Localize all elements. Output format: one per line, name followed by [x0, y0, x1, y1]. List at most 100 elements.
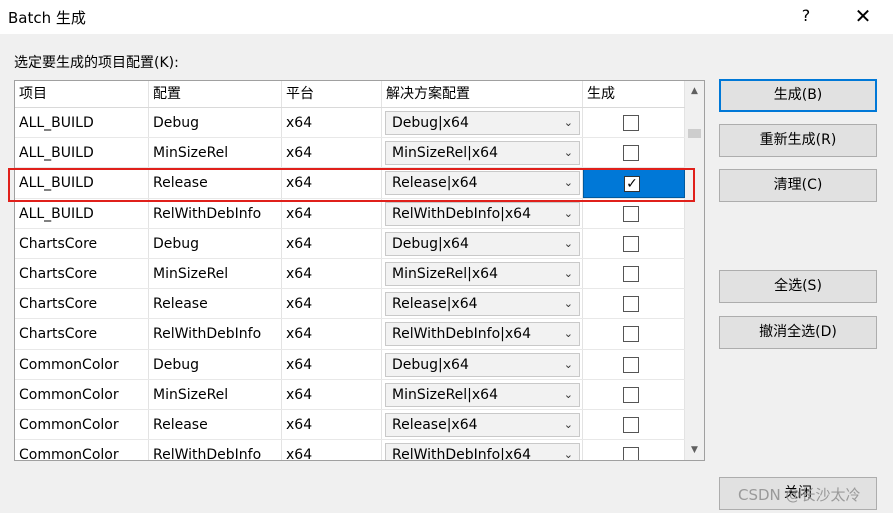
build-checkbox[interactable]	[623, 235, 639, 252]
chevron-down-icon[interactable]: ⌄	[564, 142, 573, 164]
table-row[interactable]: ALL_BUILD Release x64 Release|x64 ⌄ ✓	[15, 168, 685, 199]
chevron-down-icon[interactable]: ⌄	[564, 112, 573, 134]
chevron-down-icon[interactable]: ⌄	[564, 444, 573, 460]
cell-platform: x64	[282, 198, 382, 228]
table-row[interactable]: CommonColor Release x64 Release|x64 ⌄	[15, 410, 685, 441]
cell-solution-config: Release|x64 ⌄	[382, 289, 583, 319]
table-row[interactable]: ALL_BUILD RelWithDebInfo x64 RelWithDebInfo…	[15, 198, 685, 229]
build-checkbox[interactable]	[623, 266, 639, 282]
column-header-platform[interactable]: 平台	[282, 81, 382, 107]
chevron-down-icon[interactable]: ⌄	[564, 203, 573, 225]
solution-config-dropdown[interactable]: RelWithDebInfo|x64 ⌄	[385, 443, 580, 461]
cell-config: RelWithDebInfo	[149, 440, 282, 460]
dropdown-value: Debug|x64	[392, 235, 469, 252]
column-header-config[interactable]: 配置	[149, 81, 282, 107]
solution-config-dropdown[interactable]: RelWithDebInfo|x64 ⌄	[385, 322, 580, 347]
table-row[interactable]: CommonColor Debug x64 Debug|x64 ⌄	[15, 349, 685, 380]
cell-build	[583, 379, 685, 409]
cell-solution-config: Debug|x64 ⌄	[382, 108, 583, 138]
table-row[interactable]: ChartsCore MinSizeRel x64 MinSizeRel|x64 ⌄	[15, 259, 685, 290]
table-row[interactable]: ALL_BUILD MinSizeRel x64 MinSizeRel|x64 ⌄	[15, 138, 685, 169]
build-checkbox[interactable]: ✓	[624, 176, 640, 193]
cell-platform: x64	[282, 349, 382, 379]
cell-project: CommonColor	[15, 379, 149, 409]
table-row[interactable]: CommonColor RelWithDebInfo x64 RelWithDebIn…	[15, 440, 685, 461]
chevron-down-icon[interactable]: ⌄	[564, 263, 573, 285]
dropdown-value: Release|x64	[392, 417, 478, 433]
build-checkbox[interactable]	[623, 356, 639, 373]
build-checkbox[interactable]	[623, 417, 639, 433]
vertical-scrollbar[interactable]: ▲ ▼	[685, 81, 704, 460]
solution-config-dropdown[interactable]: Release|x64 ⌄	[385, 292, 580, 317]
cell-build: ✓	[583, 168, 685, 198]
column-header-project[interactable]: 项目	[15, 81, 149, 107]
scrollbar-thumb[interactable]	[688, 129, 701, 138]
cell-config: MinSizeRel	[149, 138, 282, 168]
dropdown-value: RelWithDebInfo|x64	[392, 205, 531, 222]
cell-project: ALL_BUILD	[15, 168, 149, 198]
cell-platform: x64	[282, 108, 382, 138]
table-row[interactable]: ChartsCore RelWithDebInfo x64 RelWithDebInf…	[15, 319, 685, 350]
cell-project: ChartsCore	[15, 289, 149, 319]
cell-project: ALL_BUILD	[15, 198, 149, 228]
build-checkbox[interactable]	[623, 205, 639, 222]
project-config-grid[interactable]: 项目 配置 平台 解决方案配置 生成 ALL_BUILD Debug x64 Debu…	[14, 80, 705, 461]
deselect-all-button[interactable]: 撤消全选(D)	[719, 316, 877, 349]
cell-build	[583, 410, 685, 440]
close-icon[interactable]: ✕	[850, 4, 876, 28]
cell-platform: x64	[282, 259, 382, 289]
cell-config: RelWithDebInfo	[149, 319, 282, 349]
solution-config-dropdown[interactable]: Release|x64 ⌄	[385, 171, 580, 196]
chevron-down-icon[interactable]: ⌄	[564, 414, 573, 436]
build-button[interactable]: 生成(B)	[719, 79, 877, 112]
table-row[interactable]: ChartsCore Debug x64 Debug|x64 ⌄	[15, 228, 685, 259]
chevron-down-icon[interactable]: ⌄	[564, 323, 573, 345]
column-header-solution-config[interactable]: 解决方案配置	[382, 81, 583, 107]
column-header-build[interactable]: 生成	[583, 81, 685, 107]
cell-platform: x64	[282, 319, 382, 349]
cell-config: MinSizeRel	[149, 379, 282, 409]
chevron-down-icon[interactable]: ⌄	[564, 233, 573, 255]
chevron-down-icon[interactable]: ⌄	[564, 384, 573, 406]
dropdown-value: RelWithDebInfo|x64	[392, 447, 531, 461]
cell-solution-config: RelWithDebInfo|x64 ⌄	[382, 198, 583, 228]
select-all-button[interactable]: 全选(S)	[719, 270, 877, 303]
solution-config-dropdown[interactable]: Debug|x64 ⌄	[385, 231, 580, 256]
solution-config-dropdown[interactable]: MinSizeRel|x64 ⌄	[385, 382, 580, 407]
solution-config-dropdown[interactable]: Release|x64 ⌄	[385, 413, 580, 437]
scroll-down-icon[interactable]: ▼	[685, 440, 704, 460]
build-checkbox[interactable]	[623, 145, 639, 162]
solution-config-dropdown[interactable]: RelWithDebInfo|x64 ⌄	[385, 201, 580, 226]
clean-button[interactable]: 清理(C)	[719, 169, 877, 202]
dropdown-value: Release|x64	[392, 296, 478, 313]
table-row[interactable]: ChartsCore Release x64 Release|x64 ⌄	[15, 289, 685, 320]
table-row[interactable]: ALL_BUILD Debug x64 Debug|x64 ⌄	[15, 108, 685, 139]
table-row[interactable]: CommonColor MinSizeRel x64 MinSizeRel|x64 ⌄	[15, 379, 685, 410]
grid-label: 选定要生成的项目配置(K):	[14, 55, 179, 71]
chevron-down-icon[interactable]: ⌄	[564, 293, 573, 315]
cell-build	[583, 108, 685, 138]
solution-config-dropdown[interactable]: Debug|x64 ⌄	[385, 111, 580, 135]
cell-solution-config: Release|x64 ⌄	[382, 410, 583, 440]
chevron-down-icon[interactable]: ⌄	[564, 354, 573, 376]
cell-project: CommonColor	[15, 410, 149, 440]
solution-config-dropdown[interactable]: MinSizeRel|x64 ⌄	[385, 141, 580, 166]
scroll-up-icon[interactable]: ▲	[685, 81, 704, 101]
cell-solution-config: MinSizeRel|x64 ⌄	[382, 259, 583, 289]
cell-build	[583, 138, 685, 168]
rebuild-button[interactable]: 重新生成(R)	[719, 124, 877, 157]
build-checkbox[interactable]	[623, 386, 639, 403]
cell-build	[583, 440, 685, 460]
build-checkbox[interactable]	[623, 296, 639, 313]
build-checkbox[interactable]	[623, 326, 639, 343]
build-checkbox[interactable]	[623, 115, 639, 131]
help-icon[interactable]: ?	[796, 4, 816, 28]
solution-config-dropdown[interactable]: MinSizeRel|x64 ⌄	[385, 262, 580, 286]
dropdown-value: MinSizeRel|x64	[392, 386, 498, 403]
build-checkbox[interactable]	[623, 447, 639, 460]
solution-config-dropdown[interactable]: Debug|x64 ⌄	[385, 352, 580, 377]
chevron-down-icon[interactable]: ⌄	[564, 172, 573, 194]
dropdown-value: Debug|x64	[392, 115, 469, 131]
cell-project: ChartsCore	[15, 228, 149, 258]
cell-config: Release	[149, 410, 282, 440]
